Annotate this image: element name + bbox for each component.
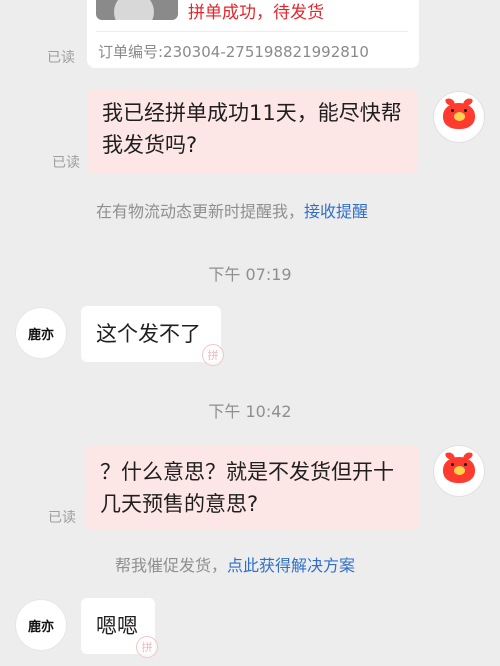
order-divider: [96, 31, 408, 32]
urge-system-line: 帮我催促发货，点此获得解决方案: [115, 552, 355, 576]
message-text: 我已经拼单成功11天，能尽快帮我发货吗?: [102, 101, 402, 157]
contact-avatar[interactable]: 鹿亦: [16, 600, 66, 650]
watermark-stamp-icon: 拼: [202, 344, 224, 366]
timestamp: 下午 10:42: [208, 402, 292, 421]
read-receipt: 已读: [47, 50, 75, 66]
self-message-bubble[interactable]: ？什么意思？就是不发货但开十几天预售的意思?: [86, 446, 419, 530]
product-thumbnail[interactable]: [96, 0, 178, 20]
contact-message-bubble[interactable]: 这个发不了: [81, 306, 221, 362]
order-number: 订单编号:230304-275198821992810: [98, 43, 369, 61]
self-avatar[interactable]: [434, 92, 484, 142]
get-solution-link[interactable]: 点此获得解决方案: [227, 556, 355, 575]
reminder-text: 在有物流动态更新时提醒我，: [96, 202, 305, 221]
self-avatar[interactable]: [434, 446, 484, 496]
read-receipt: 已读: [48, 510, 76, 526]
message-text: 嗯嗯: [96, 614, 138, 638]
order-status: 拼单成功，待发货: [188, 3, 324, 23]
red-pig-icon: [443, 103, 475, 129]
red-pig-icon: [443, 457, 475, 483]
message-text: ？什么意思？就是不发货但开十几天预售的意思?: [100, 460, 394, 516]
watermark-stamp-icon: 拼: [136, 636, 158, 658]
contact-avatar[interactable]: 鹿亦: [16, 308, 66, 358]
reminder-system-line: 在有物流动态更新时提醒我，接收提醒: [96, 198, 368, 222]
read-receipt: 已读: [52, 155, 80, 171]
message-text: 这个发不了: [96, 322, 201, 346]
receive-reminder-link[interactable]: 接收提醒: [304, 202, 368, 221]
urge-text: 帮我催促发货，: [115, 556, 228, 575]
self-message-bubble[interactable]: 我已经拼单成功11天，能尽快帮我发货吗?: [88, 90, 418, 174]
timestamp: 下午 07:19: [208, 265, 292, 284]
